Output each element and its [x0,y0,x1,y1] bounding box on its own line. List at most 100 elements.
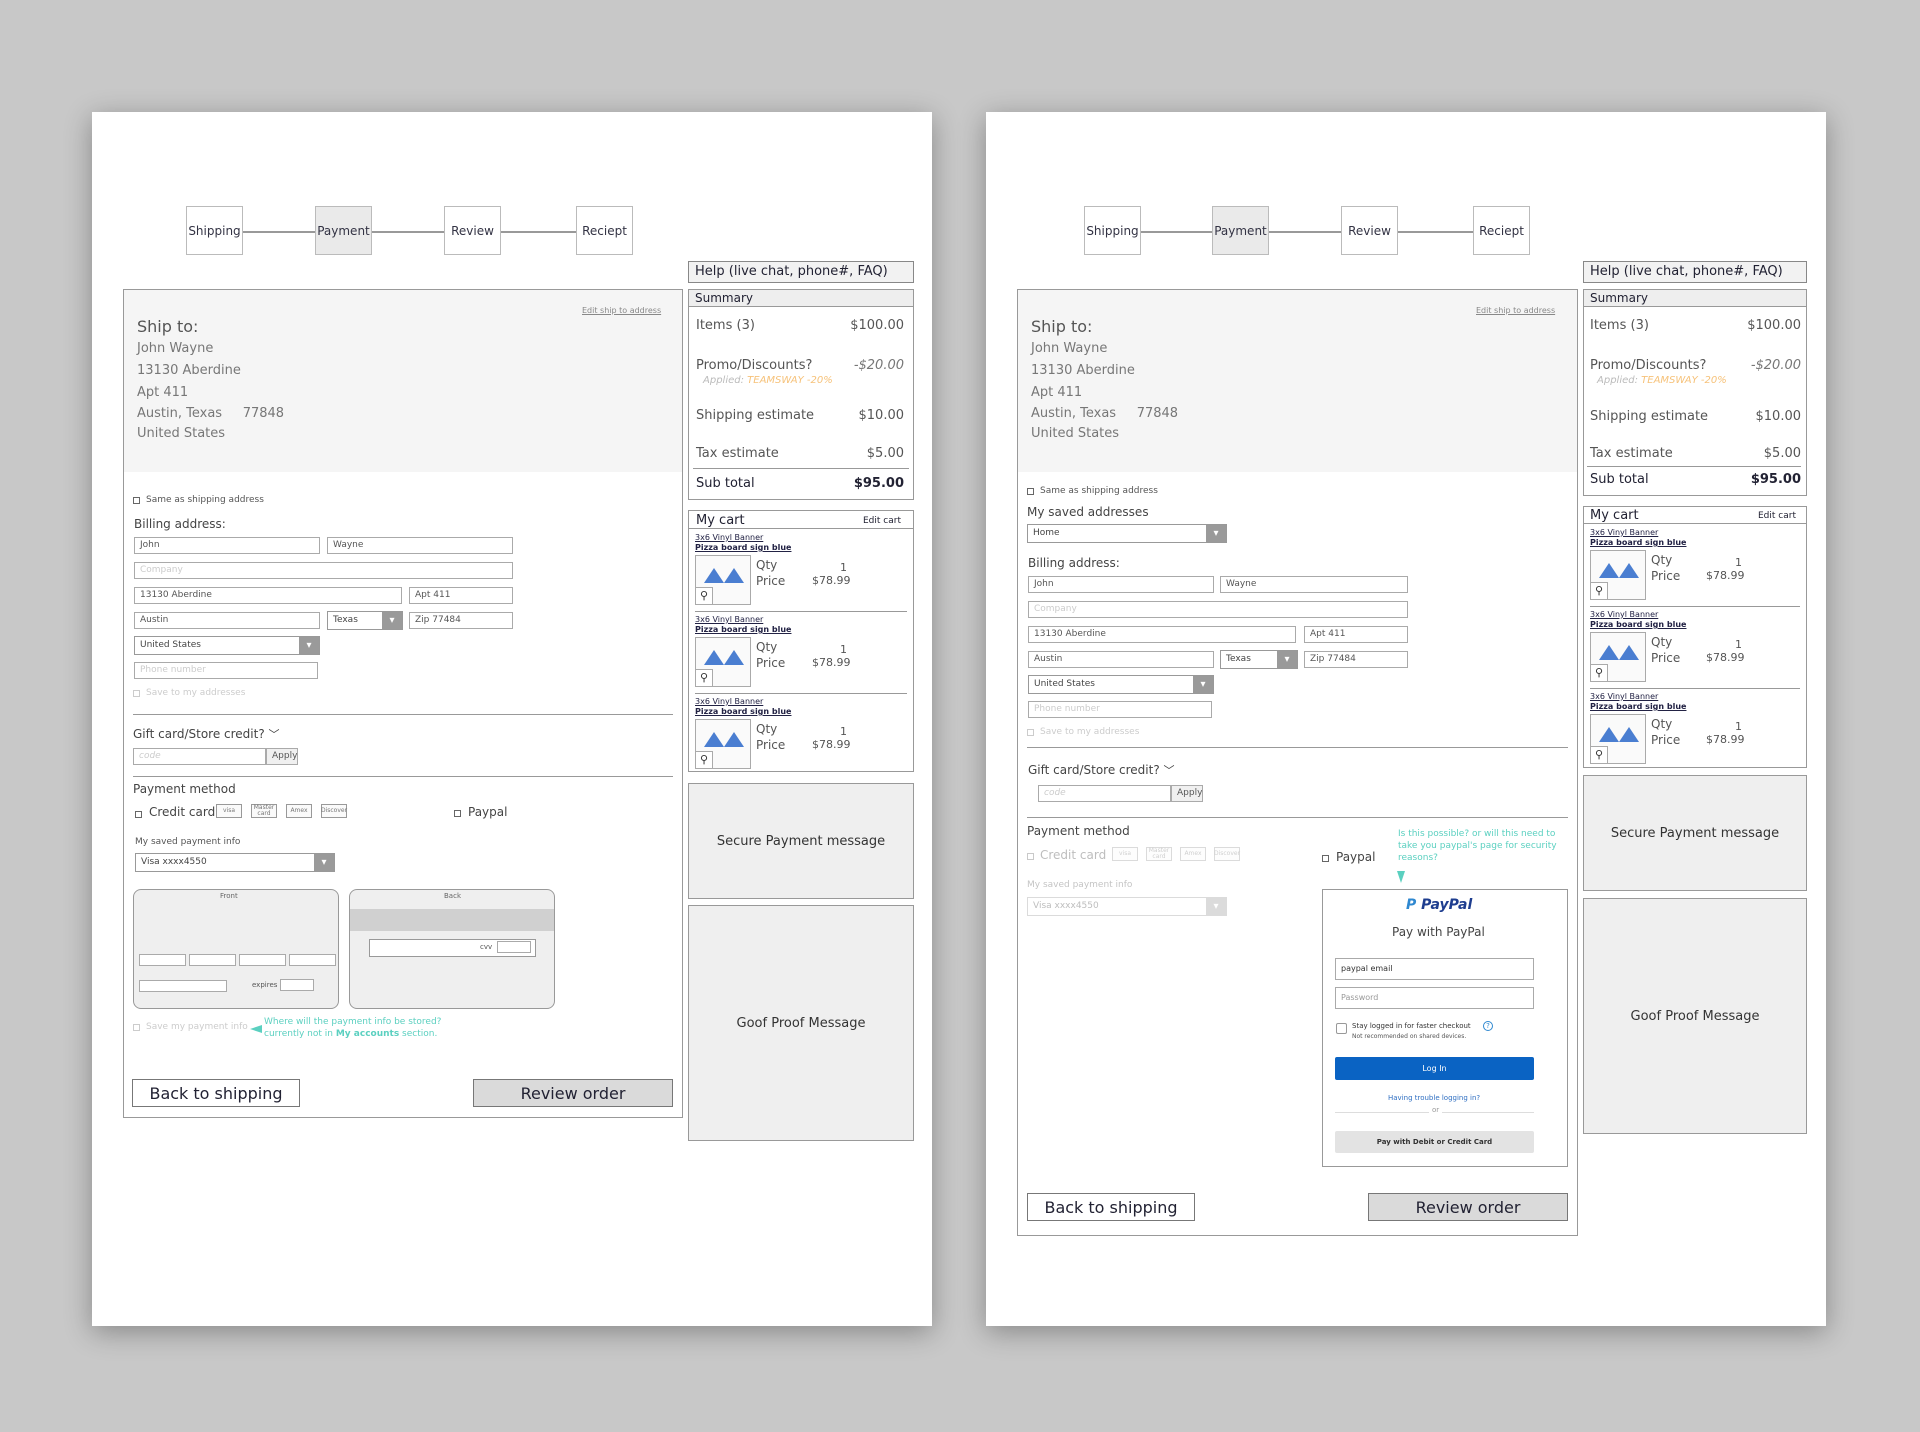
card-number-field-2[interactable] [189,954,236,966]
cart-item-name[interactable]: 3x6 Vinyl Banner [1590,528,1658,537]
paypal-card-button[interactable]: Pay with Debit or Credit Card [1335,1131,1534,1153]
zip-field[interactable]: Zip 77484 [409,612,513,629]
first-name-field[interactable]: John [134,537,320,554]
product-thumbnail[interactable]: ⚲ [695,555,751,605]
save-address-checkbox[interactable] [133,690,140,697]
street-field[interactable]: 13130 Aberdine [1028,626,1296,643]
company-field[interactable]: Company [134,562,513,579]
edit-cart-link[interactable]: Edit cart [863,516,901,526]
saved-address-select[interactable]: Home ▾ [1027,524,1227,543]
back-to-shipping-button[interactable]: Back to shipping [132,1079,300,1107]
goof-proof-message: Goof Proof Message [688,905,914,1141]
same-as-shipping-checkbox[interactable] [1027,488,1034,495]
apply-button[interactable]: Apply [266,748,298,765]
last-name-field[interactable]: Wayne [1220,576,1408,593]
step-review[interactable]: Review [444,206,501,255]
cvv-field[interactable] [497,941,531,953]
review-order-button[interactable]: Review order [473,1079,673,1107]
step-review[interactable]: Review [1341,206,1398,255]
help-bar[interactable]: Help (live chat, phone#, FAQ) [1583,261,1807,283]
apt-field[interactable]: Apt 411 [409,587,513,604]
gift-code-field[interactable]: code [133,748,266,765]
cart-item-variant[interactable]: Pizza board sign blue [695,625,791,634]
magnifier-icon[interactable]: ⚲ [1591,664,1608,681]
edit-cart-link[interactable]: Edit cart [1758,511,1796,521]
first-name-field[interactable]: John [1028,576,1214,593]
cart-item-name[interactable]: 3x6 Vinyl Banner [695,615,763,624]
paypal-login-button[interactable]: Log In [1335,1057,1534,1080]
step-shipping[interactable]: Shipping [1084,206,1141,255]
cart-item-name[interactable]: 3x6 Vinyl Banner [695,533,763,542]
same-as-shipping-checkbox[interactable] [133,497,140,504]
country-select[interactable]: United States ▾ [134,636,320,655]
city-field[interactable]: Austin [1028,651,1214,668]
help-circle-icon[interactable]: ? [1483,1021,1493,1031]
company-field[interactable]: Company [1028,601,1408,618]
product-thumbnail[interactable]: ⚲ [1590,550,1646,600]
amex-logo: Amex [286,804,312,818]
last-name-field[interactable]: Wayne [327,537,513,554]
zip-field[interactable]: Zip 77484 [1304,651,1408,668]
credit-card-radio[interactable] [135,811,142,818]
state-select[interactable]: Texas ▾ [327,611,403,630]
phone-field[interactable]: Phone number [134,662,318,679]
city-field[interactable]: Austin [134,612,320,629]
step-receipt[interactable]: Reciept [576,206,633,255]
state-select[interactable]: Texas ▾ [1220,650,1298,669]
paypal-radio[interactable] [454,810,461,817]
product-thumbnail[interactable]: ⚲ [695,719,751,769]
phone-field[interactable]: Phone number [1028,701,1212,718]
card-number-field-3[interactable] [239,954,286,966]
product-thumbnail[interactable]: ⚲ [695,637,751,687]
cart-item-variant[interactable]: Pizza board sign blue [1590,702,1686,711]
magnifier-icon[interactable]: ⚲ [1591,746,1608,763]
chevron-down-icon[interactable]: ﹀ [1164,764,1175,777]
qty-label: Qty [756,640,778,654]
stay-logged-in-checkbox[interactable] [1336,1023,1347,1034]
qty-label: Qty [1651,635,1673,649]
cart-item-variant[interactable]: Pizza board sign blue [695,707,791,716]
help-bar[interactable]: Help (live chat, phone#, FAQ) [688,261,914,283]
cart-item-variant[interactable]: Pizza board sign blue [1590,538,1686,547]
paypal-password-field[interactable]: Password [1335,987,1534,1009]
paypal-trouble-link[interactable]: Having trouble logging in? [1388,1094,1480,1102]
magnifier-icon[interactable]: ⚲ [1591,582,1608,599]
edit-ship-address-link[interactable]: Edit ship to address [582,306,661,315]
cart-item-variant[interactable]: Pizza board sign blue [1590,620,1686,629]
apply-button[interactable]: Apply [1171,785,1203,802]
apt-field[interactable]: Apt 411 [1304,626,1408,643]
street-field[interactable]: 13130 Aberdine [134,587,402,604]
review-order-button[interactable]: Review order [1368,1193,1568,1221]
magnifier-icon[interactable]: ⚲ [696,669,713,686]
paypal-email-field[interactable]: paypal email [1335,958,1534,980]
magnifier-icon[interactable]: ⚲ [696,751,713,768]
paypal-radio[interactable] [1322,855,1329,862]
step-payment[interactable]: Payment [1212,206,1269,255]
cart-item-variant[interactable]: Pizza board sign blue [695,543,791,552]
back-to-shipping-button[interactable]: Back to shipping [1027,1193,1195,1221]
magnifier-icon[interactable]: ⚲ [696,587,713,604]
card-number-field-1[interactable] [139,954,186,966]
card-number-field-4[interactable] [289,954,336,966]
chevron-down-icon[interactable]: ﹀ [269,728,280,741]
promo-label: Promo/Discounts? [696,358,813,373]
save-payment-checkbox[interactable] [133,1024,140,1031]
product-thumbnail[interactable]: ⚲ [1590,632,1646,682]
cart-item-name[interactable]: 3x6 Vinyl Banner [1590,692,1658,701]
subtotal-value: $95.00 [853,476,904,491]
gift-code-field[interactable]: code [1038,785,1171,802]
expires-field[interactable] [280,979,314,991]
items-value: $100.00 [850,318,904,333]
step-payment[interactable]: Payment [315,206,372,255]
step-shipping[interactable]: Shipping [186,206,243,255]
cardholder-name-field[interactable] [139,980,227,992]
country-select[interactable]: United States ▾ [1028,675,1214,694]
cart-item-name[interactable]: 3x6 Vinyl Banner [1590,610,1658,619]
payment-method-title: Payment method [133,782,236,796]
edit-ship-address-link[interactable]: Edit ship to address [1476,306,1555,315]
save-address-checkbox[interactable] [1027,729,1034,736]
step-receipt[interactable]: Reciept [1473,206,1530,255]
cart-item-name[interactable]: 3x6 Vinyl Banner [695,697,763,706]
product-thumbnail[interactable]: ⚲ [1590,714,1646,764]
saved-payment-select[interactable]: Visa xxxx4550 ▾ [135,853,335,872]
